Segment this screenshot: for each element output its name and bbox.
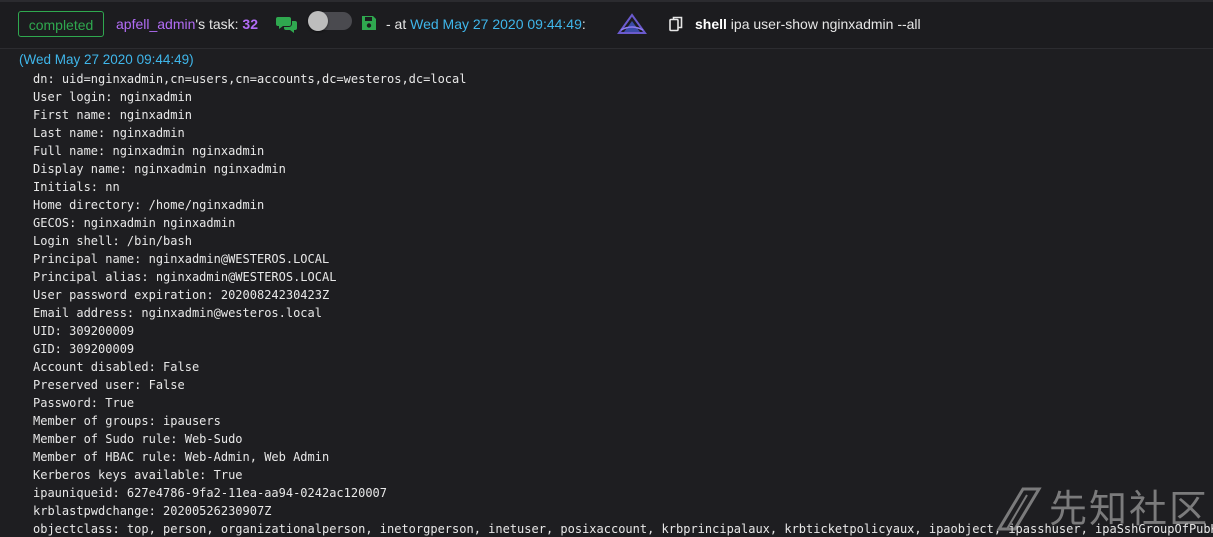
output-line: Email address: nginxadmin@westeros.local [33, 306, 322, 320]
at-prefix: - at [386, 16, 411, 32]
output-line: User login: nginxadmin [33, 90, 192, 104]
toggle-switch[interactable] [308, 11, 352, 31]
output-line: Member of Sudo rule: Web-Sudo [33, 432, 243, 446]
output-line: krblastpwdchange: 20200526230907Z [33, 504, 272, 518]
task-header: completed apfell_admin's task: 32 - at W… [0, 0, 1213, 49]
output-line: Principal name: nginxadmin@WESTEROS.LOCA… [33, 252, 330, 266]
task-number[interactable]: 32 [242, 16, 258, 32]
comment-icon[interactable] [276, 15, 298, 33]
copy-icon[interactable] [669, 16, 683, 32]
output-line: Last name: nginxadmin [33, 126, 185, 140]
output-line: UID: 309200009 [33, 324, 135, 338]
save-icon[interactable] [361, 15, 377, 31]
task-command: shell ipa user-show nginxadmin --all [695, 15, 921, 33]
output-line: GECOS: nginxadmin nginxadmin [33, 216, 236, 230]
mythic-logo-icon [617, 13, 647, 35]
output-line: Home directory: /home/nginxadmin [33, 198, 265, 212]
task-time: - at Wed May 27 2020 09:44:49: [386, 15, 586, 33]
output-line: Principal alias: nginxadmin@WESTEROS.LOC… [33, 270, 337, 284]
task-timestamp: Wed May 27 2020 09:44:49 [410, 16, 582, 32]
operator-name: apfell_admin [116, 16, 196, 32]
output-line: Account disabled: False [33, 360, 200, 374]
output-line: First name: nginxadmin [33, 108, 192, 122]
output-line: ipauniqueid: 627e4786-9fa2-11ea-aa94-024… [33, 486, 388, 500]
output-line: Login shell: /bin/bash [33, 234, 192, 248]
output-line: Member of HBAC rule: Web-Admin, Web Admi… [33, 450, 330, 464]
command-args: ipa user-show nginxadmin --all [726, 16, 921, 32]
output-line: Preserved user: False [33, 378, 185, 392]
top-divider [0, 0, 1213, 2]
status-badge: completed [18, 11, 104, 37]
timestamp-suffix: : [581, 16, 586, 32]
output-line: Full name: nginxadmin nginxadmin [33, 144, 265, 158]
task-info: apfell_admin's task: 32 [116, 15, 258, 33]
output-line: dn: uid=nginxadmin,cn=users,cn=accounts,… [33, 72, 467, 86]
response-timestamp: (Wed May 27 2020 09:44:49) [19, 52, 194, 67]
output-lines: dn: uid=nginxadmin,cn=users,cn=accounts,… [33, 70, 1213, 537]
output-line: Member of groups: ipausers [33, 414, 221, 428]
toggle-knob [308, 11, 328, 31]
command-name: shell [695, 16, 727, 32]
output-line: Initials: nn [33, 180, 120, 194]
output-line: Password: True [33, 396, 135, 410]
output-line: GID: 309200009 [33, 342, 135, 356]
task-label: 's task: [195, 16, 243, 32]
output-line: Display name: nginxadmin nginxadmin [33, 162, 286, 176]
task-output[interactable]: (Wed May 27 2020 09:44:49) dn: uid=nginx… [0, 49, 1213, 537]
output-line: objectclass: top, person, organizational… [33, 522, 1213, 536]
output-line: Kerberos keys available: True [33, 468, 243, 482]
output-line: User password expiration: 20200824230423… [33, 288, 330, 302]
